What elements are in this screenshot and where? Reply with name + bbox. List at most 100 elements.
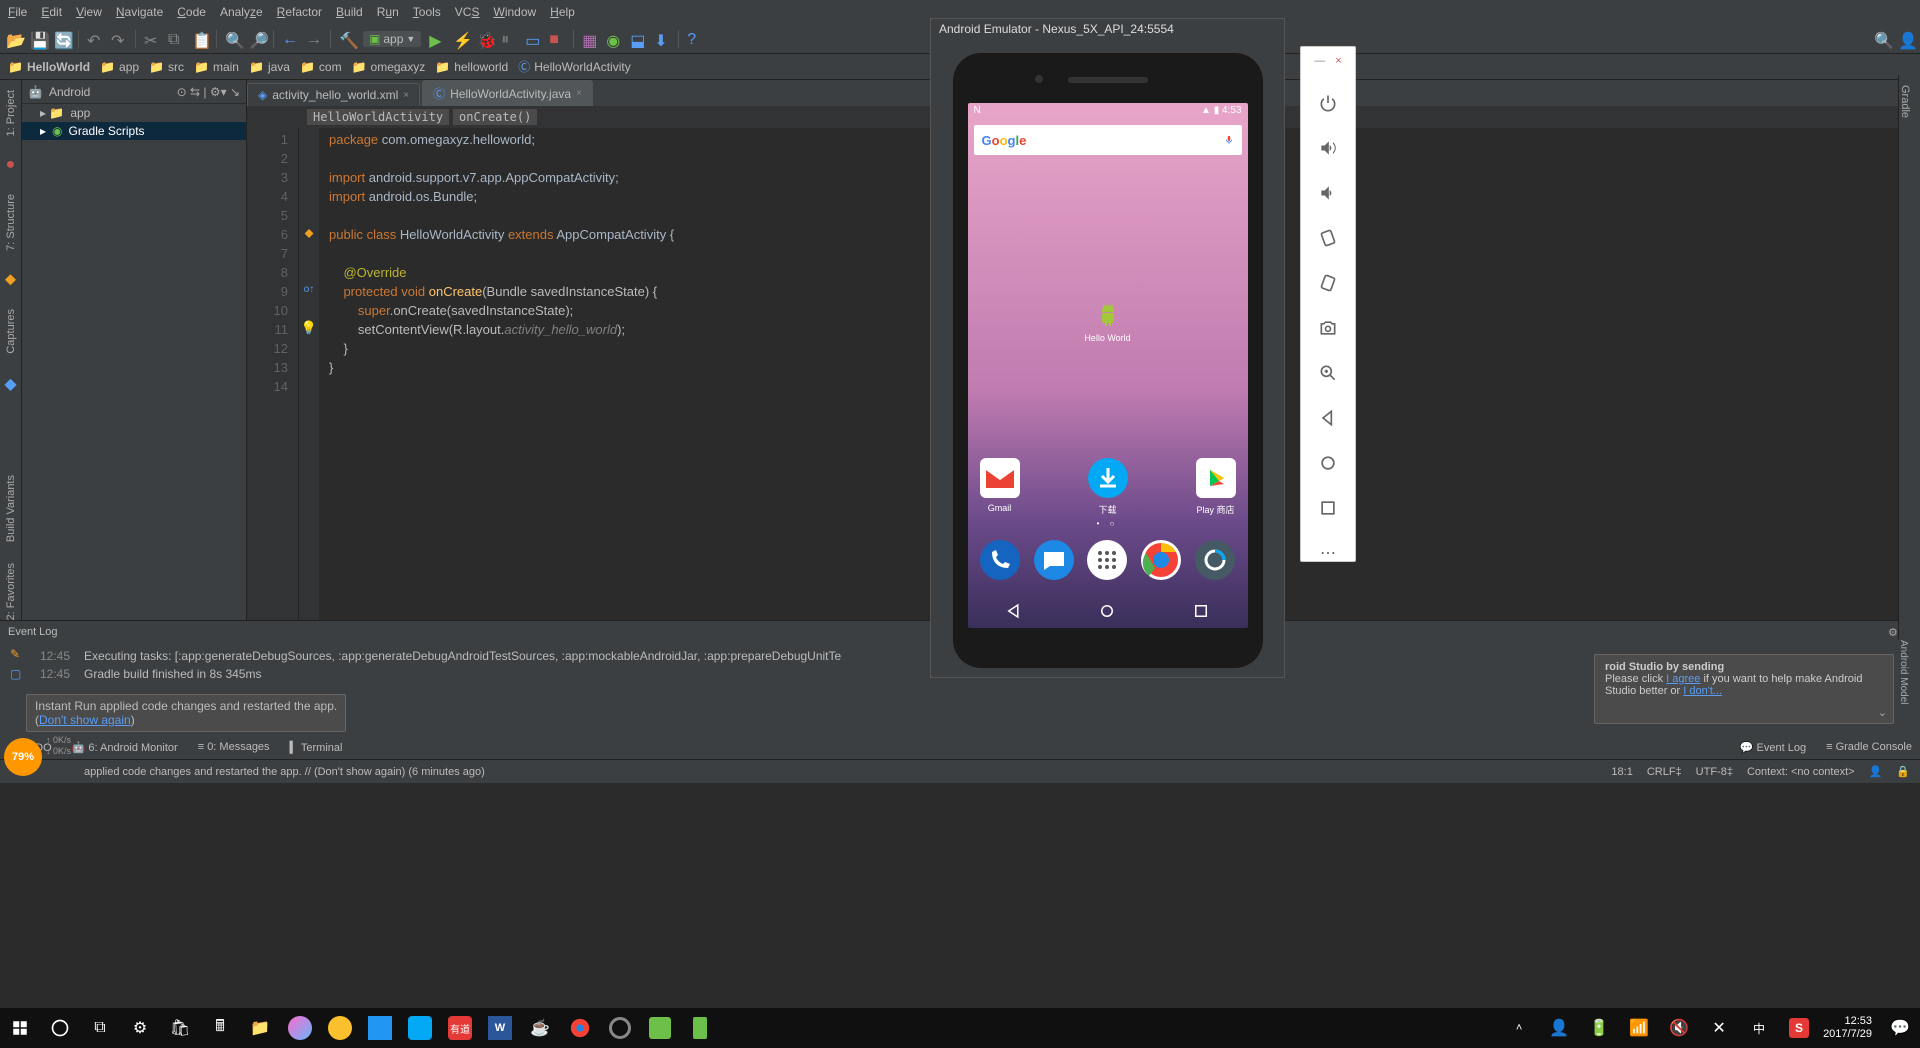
messages-tab[interactable]: ≡ 0: Messages: [198, 741, 270, 753]
taskbar-clock[interactable]: 12:53 2017/7/29: [1823, 1015, 1876, 1041]
emulator-taskbar-icon[interactable]: [684, 1012, 716, 1044]
start-button[interactable]: [4, 1012, 36, 1044]
close-icon[interactable]: ×: [403, 90, 409, 101]
chevron-down-icon[interactable]: ⌄: [1878, 706, 1887, 719]
instant-run-icon[interactable]: ⚡: [453, 31, 469, 47]
forward-icon[interactable]: →: [306, 31, 322, 47]
messages-icon[interactable]: [1034, 540, 1074, 580]
word-icon[interactable]: W: [484, 1012, 516, 1044]
download-icon[interactable]: ⬇: [654, 31, 670, 47]
tool-gradle[interactable]: Gradle: [1899, 85, 1911, 118]
attach-icon[interactable]: ▭: [525, 31, 541, 47]
crumb-com[interactable]: 📁 com: [300, 60, 342, 74]
settings-taskbar-icon[interactable]: ⚙: [124, 1012, 156, 1044]
menu-run[interactable]: Run: [377, 5, 399, 19]
menu-tools[interactable]: Tools: [413, 5, 441, 19]
tab-java-activity[interactable]: Ⓒ HelloWorldActivity.java ×: [422, 80, 593, 106]
terminal-tab[interactable]: ▍ Terminal: [290, 741, 343, 754]
power-button[interactable]: [1312, 93, 1344, 118]
tool-structure[interactable]: 7: Structure: [5, 194, 17, 251]
more-button[interactable]: ⋯: [1312, 543, 1344, 563]
mic-icon[interactable]: [1224, 133, 1234, 147]
crumb-module[interactable]: 📁 app: [100, 60, 139, 74]
back-nav-icon[interactable]: [1005, 602, 1023, 620]
tab-layout-xml[interactable]: ◈ activity_hello_world.xml ×: [247, 83, 420, 106]
crumb-subpkg[interactable]: 📁 helloworld: [435, 60, 508, 74]
avd-icon[interactable]: ◉: [606, 31, 622, 47]
log-filter-icon[interactable]: ✎: [10, 647, 40, 661]
phone-screen[interactable]: N ▲ ▮ 4:53 Google Hello World Gmail 下载: [968, 103, 1248, 628]
android-monitor-tab[interactable]: 🤖 6: Android Monitor: [72, 741, 178, 754]
menu-build[interactable]: Build: [336, 5, 363, 19]
tool-captures[interactable]: Captures: [5, 309, 17, 354]
menu-help[interactable]: Help: [550, 5, 575, 19]
menu-code[interactable]: Code: [177, 5, 206, 19]
menu-vcs[interactable]: VCS: [455, 5, 480, 19]
help-icon[interactable]: ?: [687, 31, 703, 47]
debug-icon[interactable]: 🐞: [477, 31, 493, 47]
menu-analyze[interactable]: Analyze: [220, 5, 263, 19]
menu-navigate[interactable]: Navigate: [116, 5, 163, 19]
close-icon[interactable]: ×: [1335, 55, 1341, 67]
bulb-icon[interactable]: 💡: [299, 318, 319, 337]
menu-file[interactable]: File: [8, 5, 27, 19]
home-button[interactable]: [1312, 453, 1344, 478]
bc-class[interactable]: HelloWorldActivity: [307, 109, 449, 125]
emulator-window[interactable]: Android Emulator - Nexus_5X_API_24:5554 …: [930, 18, 1285, 678]
caret-position[interactable]: 18:1: [1611, 766, 1632, 778]
phone-icon[interactable]: [980, 540, 1020, 580]
itunes-icon[interactable]: [284, 1012, 316, 1044]
back-button[interactable]: [1312, 408, 1344, 433]
rotate-right-button[interactable]: [1312, 273, 1344, 298]
android-studio-taskbar-icon[interactable]: [644, 1012, 676, 1044]
google-search-bar[interactable]: Google: [974, 125, 1242, 155]
wifi-icon[interactable]: 📶: [1623, 1012, 1655, 1044]
app-circle-icon[interactable]: [604, 1012, 636, 1044]
screenshot-button[interactable]: [1312, 318, 1344, 343]
crumb-project[interactable]: 📁 HelloWorld: [8, 60, 90, 74]
tree-gradle-scripts[interactable]: ▸ ◉ Gradle Scripts: [22, 122, 246, 140]
override-marker-icon[interactable]: o↑: [299, 280, 319, 299]
people-icon[interactable]: 👤: [1543, 1012, 1575, 1044]
replace-icon[interactable]: 🔎: [249, 31, 265, 47]
app-blue-icon[interactable]: [364, 1012, 396, 1044]
line-ending[interactable]: CRLF‡: [1647, 766, 1682, 778]
search-everywhere-icon[interactable]: 🔍: [1874, 31, 1890, 47]
calculator-icon[interactable]: 🖩: [204, 1012, 236, 1044]
inspections-icon[interactable]: 👤: [1869, 765, 1883, 778]
tool-build-variants[interactable]: Build Variants: [5, 475, 17, 542]
notifications-icon[interactable]: 💬: [1884, 1012, 1916, 1044]
chrome-icon[interactable]: [1141, 540, 1181, 580]
build-icon[interactable]: 🔨: [339, 31, 355, 47]
memory-badge[interactable]: 79%: [4, 738, 42, 776]
dont-show-again-link[interactable]: Don't show again: [39, 713, 131, 727]
volume-tray-icon[interactable]: 🔇: [1663, 1012, 1695, 1044]
crumb-src[interactable]: 📁 src: [149, 60, 184, 74]
encoding[interactable]: UTF-8‡: [1696, 766, 1733, 778]
overview-button[interactable]: [1312, 498, 1344, 523]
log-clear-icon[interactable]: ▢: [10, 667, 40, 681]
menu-window[interactable]: Window: [493, 5, 536, 19]
tool-favorites[interactable]: 2: Favorites: [5, 563, 17, 620]
context-label[interactable]: Context: <no context>: [1747, 766, 1855, 778]
gradle-console-tab[interactable]: ≡ Gradle Console: [1826, 741, 1912, 753]
copy-icon[interactable]: ⧉: [168, 31, 184, 47]
project-options-icon[interactable]: ⊙ ⇆ | ⚙▾ ↘: [177, 85, 240, 99]
tree-app[interactable]: ▸ 📁 app: [22, 104, 246, 122]
camera-icon[interactable]: [1195, 540, 1235, 580]
run-icon[interactable]: ▶: [429, 31, 445, 47]
find-icon[interactable]: 🔍: [225, 31, 241, 47]
rotate-left-button[interactable]: [1312, 228, 1344, 253]
undo-icon[interactable]: ↶: [87, 31, 103, 47]
lock-icon[interactable]: 🔒: [1896, 765, 1910, 778]
download-app[interactable]: 下载: [1088, 458, 1128, 516]
app-java-icon[interactable]: ☕: [524, 1012, 556, 1044]
stop-icon[interactable]: ■: [549, 31, 565, 47]
close-icon[interactable]: ×: [576, 88, 582, 99]
app-red-icon[interactable]: 有道: [444, 1012, 476, 1044]
paste-icon[interactable]: 📋: [192, 31, 208, 47]
cortana-button[interactable]: [44, 1012, 76, 1044]
app-cloud-icon[interactable]: [404, 1012, 436, 1044]
layout-icon[interactable]: ▦: [582, 31, 598, 47]
gmail-app[interactable]: Gmail: [980, 458, 1020, 516]
